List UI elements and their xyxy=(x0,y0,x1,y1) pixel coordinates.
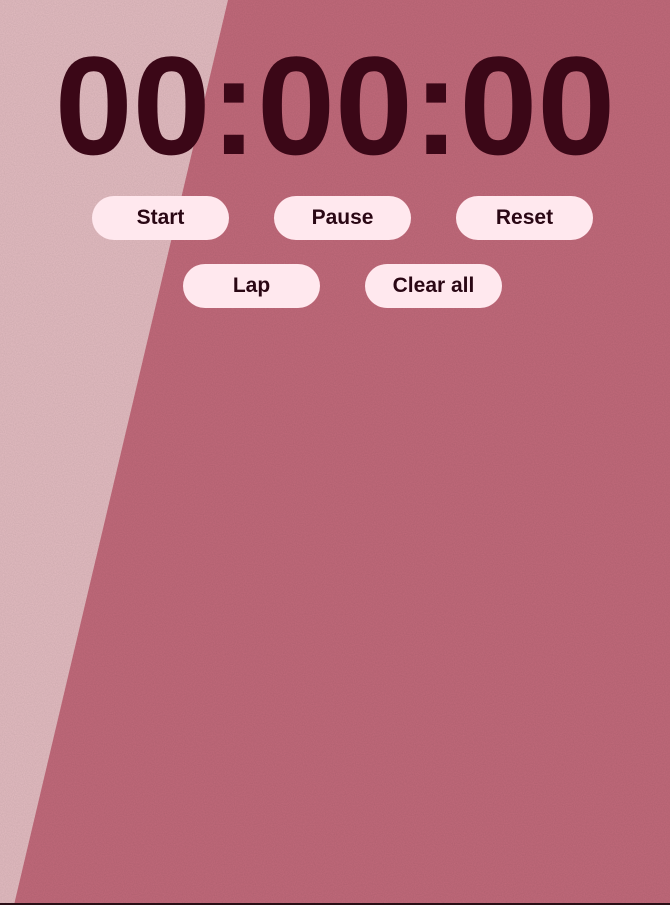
lap-button[interactable]: Lap xyxy=(183,264,320,308)
reset-button[interactable]: Reset xyxy=(456,196,593,240)
stopwatch-display: 00:00:00 xyxy=(54,27,616,184)
start-button[interactable]: Start xyxy=(92,196,229,240)
clear-all-button[interactable]: Clear all xyxy=(365,264,502,308)
pause-button[interactable]: Pause xyxy=(274,196,411,240)
